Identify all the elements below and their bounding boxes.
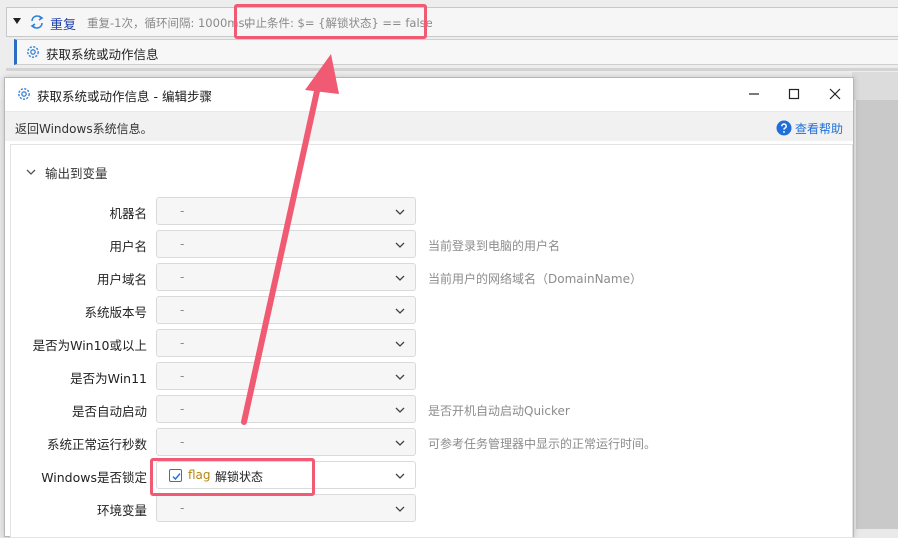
maximize-icon[interactable] [782,82,806,106]
select-value: - [180,336,185,350]
variable-select[interactable]: - [156,395,416,423]
select-value: - [180,237,185,251]
section-title: 输出到变量 [45,165,108,181]
variable-select[interactable]: - [156,428,416,456]
select-value: - [180,435,185,449]
chevron-down-icon [26,169,36,175]
minimize-icon[interactable] [742,82,766,106]
field-label: 机器名 [109,206,147,221]
repeat-title: 重复 [50,18,77,33]
variable-select[interactable]: - [156,197,416,225]
chevron-down-icon [395,242,405,248]
chevron-down-icon [395,374,405,380]
background-strip [852,72,898,100]
question-circle-icon [776,120,792,136]
variable-name: 解锁状态 [215,470,264,484]
chevron-down-icon [395,275,405,281]
field-row-username: 用户名 - 当前登录到电脑的用户名 [11,229,854,259]
field-hint: 是否开机自动启动Quicker [428,404,570,418]
close-icon[interactable] [823,82,847,106]
variable-type: flag [188,468,211,482]
field-label: 是否为Win10或以上 [32,338,147,353]
collapse-triangle-icon[interactable] [13,18,21,24]
select-value: - [180,303,185,317]
field-label: 用户域名 [96,272,147,287]
dialog-content: 输出到变量 机器名 - 用户名 - 当前登录到电脑的用户名 用户域名 - 当前用… [10,144,853,538]
child-step-row[interactable]: 获取系统或动作信息 [14,39,898,65]
help-label: 查看帮助 [795,121,844,136]
field-hint: 当前用户的网络域名（DomainName） [428,272,642,286]
variable-select[interactable]: - [156,230,416,258]
gear-icon [18,88,30,100]
chevron-down-icon [395,473,405,479]
field-row-os-version: 系统版本号 - [11,295,854,325]
variable-select[interactable]: - [156,296,416,324]
step-description: 返回Windows系统信息。 [15,122,153,136]
checkbox[interactable] [169,469,182,482]
field-hint: 可参考任务管理器中显示的正常运行时间。 [428,437,657,451]
field-label: 环境变量 [96,503,147,518]
field-label: Windows是否锁定 [41,470,147,485]
field-row-windows-locked: Windows是否锁定 flag 解锁状态 [11,460,854,490]
select-value: - [180,369,185,383]
field-label: 是否为Win11 [70,371,147,386]
repeat-step-row[interactable]: 重复 重复-1次，循环间隔: 1000ms， 中止条件: $= {解锁状态} =… [6,7,898,37]
divider [6,68,898,71]
variable-select[interactable]: - [156,362,416,390]
select-value: - [180,402,185,416]
variable-select[interactable]: - [156,494,416,522]
dialog-title: 获取系统或动作信息 - 编辑步骤 [37,89,212,104]
field-label: 用户名 [109,239,147,254]
chevron-down-icon [395,440,405,446]
field-label: 系统正常运行秒数 [46,437,147,452]
repeat-description: 重复-1次，循环间隔: 1000ms， [87,16,256,30]
field-hint: 当前登录到电脑的用户名 [428,239,561,253]
select-value: - [180,270,185,284]
child-step-title: 获取系统或动作信息 [46,47,159,62]
dialog-titlebar[interactable]: 获取系统或动作信息 - 编辑步骤 [5,78,853,110]
field-row-autostart: 是否自动启动 - 是否开机自动启动Quicker [11,394,854,424]
chevron-down-icon [395,407,405,413]
dialog-subheader: 返回Windows系统信息。 查看帮助 [5,111,853,141]
field-row-uptime: 系统正常运行秒数 - 可参考任务管理器中显示的正常运行时间。 [11,427,854,457]
chevron-down-icon [395,506,405,512]
check-icon [172,473,181,481]
edit-step-dialog: 获取系统或动作信息 - 编辑步骤 返回Windows系统信息。 查看帮助 输出到… [4,77,854,538]
field-label: 系统版本号 [84,305,147,320]
repeat-loop-icon [30,15,44,29]
field-label: 是否自动启动 [71,404,147,419]
variable-select[interactable]: - [156,263,416,291]
gear-icon [27,46,39,58]
variable-select[interactable]: flag 解锁状态 [156,461,416,489]
field-row-user-domain: 用户域名 - 当前用户的网络域名（DomainName） [11,262,854,292]
section-header-output[interactable]: 输出到变量 [25,163,108,181]
field-row-env-vars: 环境变量 - [11,493,854,523]
variable-select[interactable]: - [156,329,416,357]
chevron-down-icon [395,341,405,347]
select-value: - [180,501,185,515]
field-row-is-win11: 是否为Win11 - [11,361,854,391]
chevron-down-icon [395,308,405,314]
stop-condition: 中止条件: $= {解锁状态} == false [244,16,433,30]
help-link[interactable]: 查看帮助 [776,119,843,137]
field-row-machine-name: 机器名 - [11,196,854,226]
field-row-is-win10: 是否为Win10或以上 - [11,328,854,358]
select-value: - [180,204,185,218]
background-panel [856,100,898,529]
chevron-down-icon [395,209,405,215]
